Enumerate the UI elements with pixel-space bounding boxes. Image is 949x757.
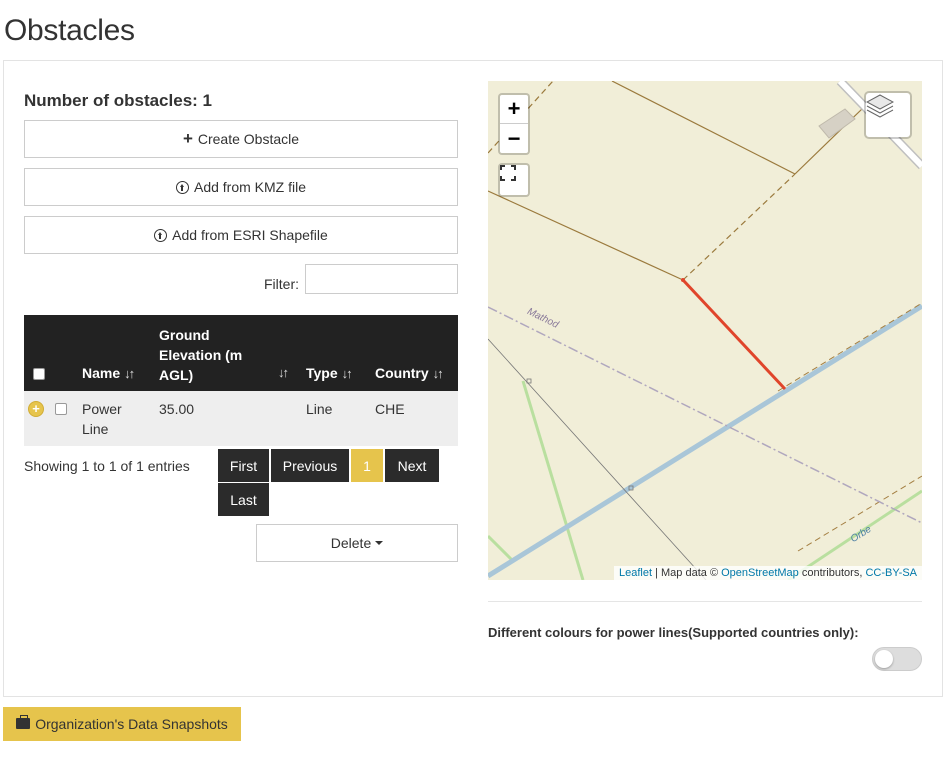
attribution-text: | Map data © [655, 567, 719, 579]
col-header-elevation[interactable]: Ground Elevation (m AGL) [159, 325, 242, 385]
cell-name-line2: Line [82, 421, 109, 437]
layers-icon [866, 94, 894, 118]
map-tiles [488, 81, 922, 580]
add-shapefile-label: Add from ESRI Shapefile [172, 227, 328, 243]
cell-country: CHE [375, 401, 405, 417]
page-title: Obstacles [4, 14, 135, 47]
power-colours-label: Different colours for power lines(Suppor… [488, 625, 859, 640]
select-all-checkbox[interactable] [33, 368, 45, 380]
col-header-name-label: Name [82, 365, 121, 381]
layers-button[interactable] [864, 91, 912, 139]
obstacle-map[interactable]: Mathod Orbe + − Leaflet | Map data © Ope… [488, 81, 922, 580]
create-obstacle-label: Create Obstacle [197, 131, 300, 147]
expand-row-icon[interactable]: + [28, 401, 44, 417]
delete-label: Delete [330, 535, 372, 551]
page-next-button[interactable]: Next [385, 449, 439, 482]
caret-down-icon [375, 541, 384, 545]
sort-icon[interactable]: ↓↑ [278, 365, 289, 380]
fullscreen-button[interactable] [498, 163, 530, 197]
map-obstacle-vertex[interactable] [681, 278, 685, 282]
divider [488, 601, 922, 602]
add-shapefile-button[interactable]: Add from ESRI Shapefile [24, 216, 458, 254]
briefcase-icon [16, 714, 31, 729]
table-header: Name ↓↑ Ground Elevation (m AGL) ↓↑ Type ↓… [24, 315, 458, 391]
map-stream [777, 302, 922, 392]
map-obstacle-line[interactable] [681, 278, 787, 391]
filter-input[interactable] [305, 264, 458, 294]
cell-elevation: 35.00 [159, 401, 195, 417]
col-header-elevation-line3: AGL) [159, 367, 194, 383]
power-colours-toggle[interactable] [872, 647, 922, 671]
map-power-line [488, 190, 684, 281]
cell-type: Line [306, 401, 333, 417]
data-snapshots-label: Organization's Data Snapshots [35, 716, 228, 732]
add-kmz-label: Add from KMZ file [193, 179, 307, 195]
sort-icon: ↓↑ [432, 366, 444, 381]
obstacle-count-value: 1 [202, 91, 213, 110]
map-power-line-dashed [682, 173, 796, 281]
col-header-elevation-line1: Ground [159, 327, 210, 343]
map-boundary [488, 306, 922, 524]
cell-name-line1: Power [82, 401, 122, 417]
leaflet-link[interactable]: Leaflet [619, 567, 652, 579]
zoom-control: + − [498, 93, 530, 155]
obstacle-count: Number of obstacles: 1 [24, 91, 212, 111]
page-previous-button[interactable]: Previous [271, 449, 349, 482]
row-checkbox[interactable] [55, 403, 67, 415]
filter-label: Filter: [264, 276, 299, 292]
col-header-elevation-line2: Elevation (m [159, 347, 243, 363]
attribution-contributors: contributors, [801, 567, 863, 579]
sort-icon: ↓↑ [341, 366, 353, 381]
page-current-button[interactable]: 1 [351, 449, 383, 482]
plus-icon: + [182, 129, 193, 148]
obstacle-count-label: Number of obstacles: [24, 91, 198, 110]
zoom-out-button[interactable]: − [500, 124, 528, 153]
license-link[interactable]: CC-BY-SA [865, 567, 917, 579]
delete-dropdown-button[interactable]: Delete [256, 524, 458, 562]
map-path [488, 534, 515, 563]
col-header-type-label: Type [306, 365, 338, 381]
zoom-in-button[interactable]: + [500, 95, 528, 124]
osm-link[interactable]: OpenStreetMap [721, 567, 799, 579]
cell-name: Power Line [82, 399, 122, 439]
col-header-country-label: Country [375, 365, 429, 381]
add-kmz-button[interactable]: Add from KMZ file [24, 168, 458, 206]
page-last-button[interactable]: Last [218, 483, 269, 516]
sort-icon: ↓↑ [124, 366, 135, 381]
col-header-name[interactable]: Name ↓↑ [82, 365, 135, 381]
upload-circle-icon [175, 180, 189, 194]
col-header-type[interactable]: Type ↓↑ [306, 365, 353, 381]
pagination-info: Showing 1 to 1 of 1 entries [24, 458, 190, 474]
data-snapshots-button[interactable]: Organization's Data Snapshots [3, 707, 241, 741]
create-obstacle-button[interactable]: + Create Obstacle [24, 120, 458, 158]
map-power-line [611, 81, 796, 175]
col-header-country[interactable]: Country ↓↑ [375, 365, 444, 381]
toggle-knob [875, 650, 893, 668]
obstacles-table: Name ↓↑ Ground Elevation (m AGL) ↓↑ Type ↓… [24, 315, 458, 446]
table-row[interactable]: Power Line 35.00 Line CHE [24, 391, 458, 446]
map-attribution: Leaflet | Map data © OpenStreetMap contr… [614, 566, 922, 580]
upload-circle-icon [154, 228, 168, 242]
page-first-button[interactable]: First [218, 449, 269, 482]
fullscreen-icon [500, 165, 516, 181]
